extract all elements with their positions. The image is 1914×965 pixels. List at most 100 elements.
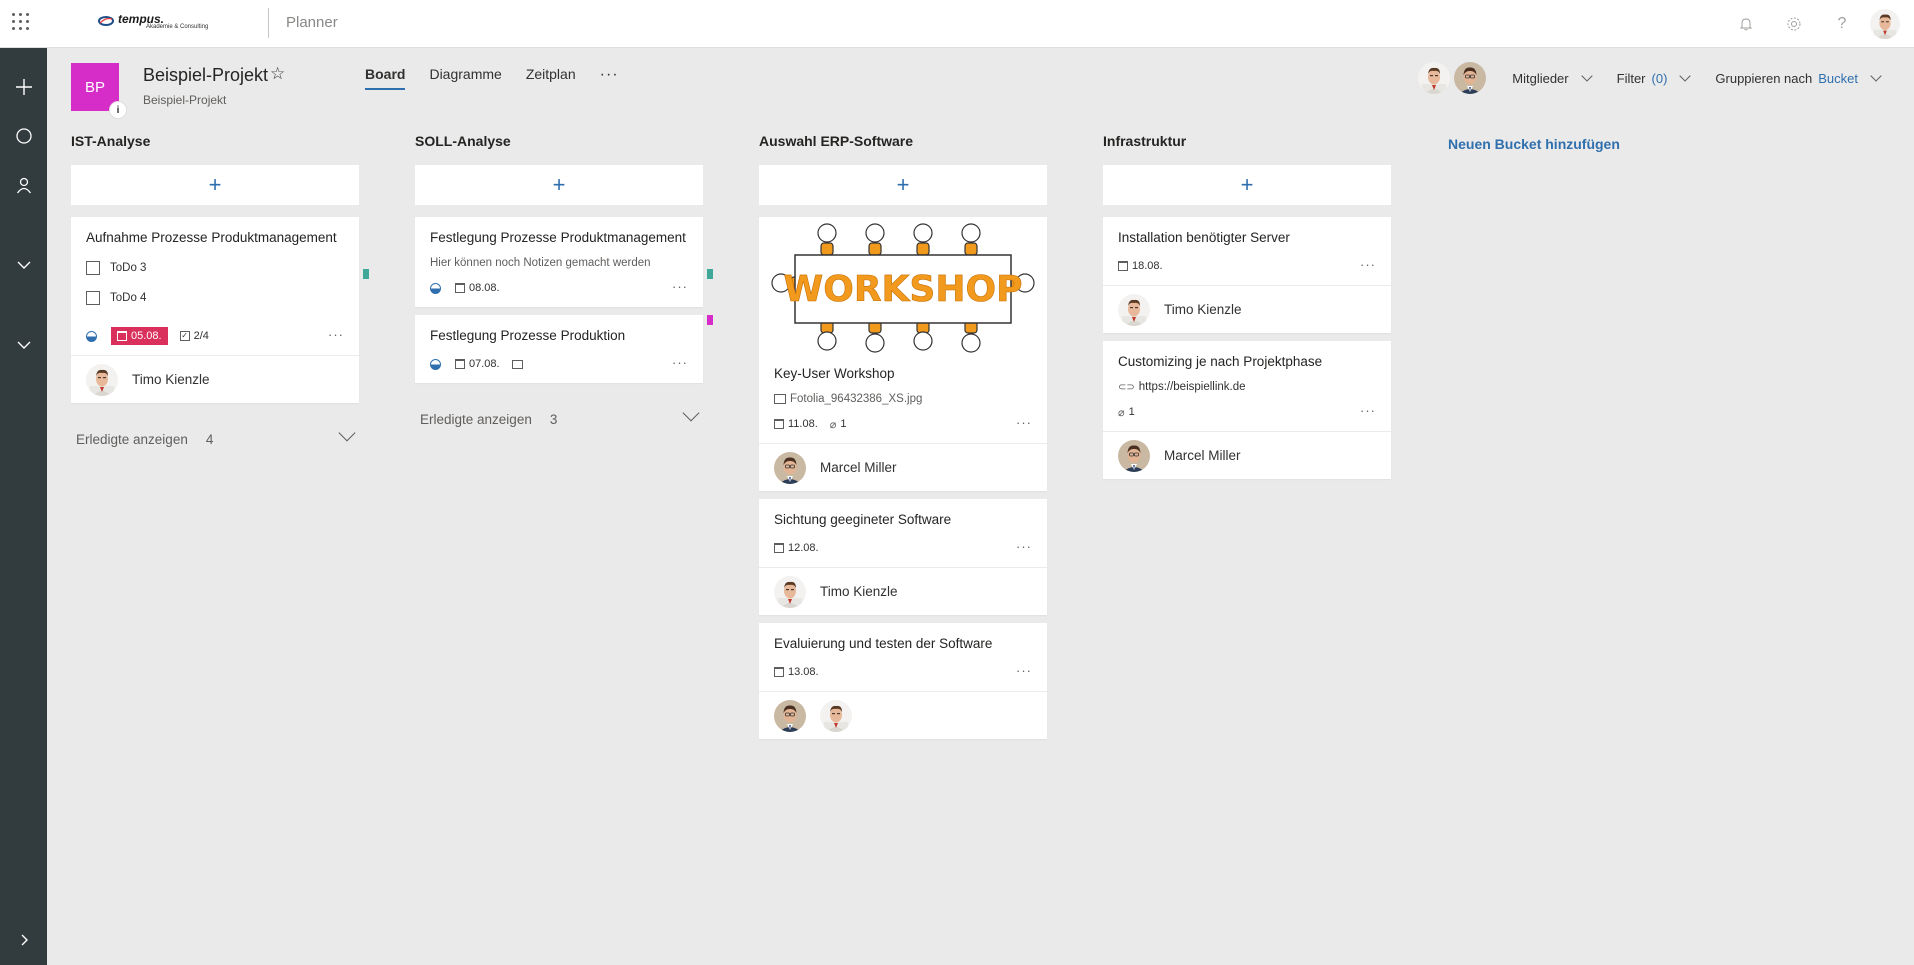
task-card[interactable]: Festlegung Prozesse Produktion 07.08. ··… — [415, 315, 713, 383]
project-info-icon[interactable]: i — [109, 101, 127, 119]
due-date: 07.08. — [469, 358, 500, 370]
due-date: 11.08. — [788, 418, 818, 430]
assignee-avatar — [774, 452, 806, 484]
task-card[interactable]: WORKSHOP Key-User Workshop Fotolia_96432… — [759, 217, 1047, 491]
more-options-icon[interactable]: ··· — [1016, 415, 1032, 430]
notifications-bell-icon[interactable] — [1722, 0, 1770, 48]
task-meta: ⌀ 1 ··· — [1118, 401, 1376, 423]
task-meta: 07.08. ··· — [430, 353, 688, 375]
attachments-count: ⌀ 1 — [830, 418, 847, 431]
app-launcher-icon[interactable] — [12, 13, 30, 31]
bucket-auswahl-erp-software: Auswahl ERP-Software + WORKSHOP Key-User… — [759, 133, 1047, 739]
assignee-name: Timo Kienzle — [1164, 302, 1242, 317]
add-new-bucket-link[interactable]: Neuen Bucket hinzufügen — [1448, 136, 1620, 152]
chevron-down-icon — [682, 404, 700, 422]
more-options-icon[interactable]: ··· — [1360, 257, 1376, 272]
add-task-button[interactable]: + — [759, 165, 1047, 205]
members-dropdown[interactable]: Mitglieder — [1512, 70, 1594, 86]
due-date-item: 08.08. — [455, 282, 500, 294]
assignee-row — [759, 691, 1047, 739]
user-avatar[interactable] — [1870, 9, 1900, 39]
due-date: 18.08. — [1132, 260, 1163, 272]
member-avatar[interactable] — [1454, 62, 1486, 94]
planner-hub-circle-icon[interactable] — [0, 121, 47, 151]
assignee-row: Timo Kienzle — [1103, 285, 1391, 333]
new-plan-plus-icon[interactable] — [0, 72, 47, 102]
filter-label: Filter — [1616, 70, 1646, 86]
show-completed-toggle[interactable]: Erledigte anzeigen 4 — [71, 424, 359, 449]
bucket-ist-analyse: IST-Analyse + Aufnahme Prozesse Produktm… — [71, 133, 369, 449]
attachment-filename: Fotolia_96432386_XS.jpg — [790, 393, 923, 405]
progress-in-progress-icon[interactable] — [430, 282, 441, 294]
task-title: Festlegung Prozesse Produktmanagement — [430, 230, 686, 245]
due-date: 05.08. — [131, 330, 162, 342]
progress-in-progress-icon[interactable] — [86, 330, 97, 342]
task-title: Festlegung Prozesse Produktion — [430, 328, 626, 343]
more-options-icon[interactable]: ··· — [1016, 539, 1032, 554]
task-title: Customizing je nach Projektphase — [1118, 354, 1323, 369]
checklist: ToDo 3 ToDo 4 — [86, 253, 344, 313]
favorite-star-icon[interactable]: ☆ — [270, 64, 285, 84]
checkbox[interactable] — [86, 261, 100, 275]
show-completed-toggle[interactable]: Erledigte anzeigen 3 — [415, 404, 703, 429]
task-title: Key-User Workshop — [774, 366, 895, 381]
expand-rail-chevron-right-icon[interactable] — [0, 925, 47, 955]
members-label: Mitglieder — [1512, 70, 1569, 86]
bucket-title[interactable]: IST-Analyse — [71, 133, 359, 153]
app-title[interactable]: Planner — [286, 14, 338, 31]
attachment-url: https://beispiellink.de — [1138, 381, 1246, 393]
assignee-row: Marcel Miller — [1103, 431, 1391, 479]
project-name: Beispiel-Projekt — [143, 65, 269, 85]
comment-item — [511, 359, 523, 369]
checkbox[interactable] — [86, 291, 100, 305]
bucket-title[interactable]: Infrastruktur — [1103, 133, 1391, 153]
settings-gear-icon[interactable] — [1770, 0, 1818, 48]
checklist-icon: ✓ — [179, 331, 190, 341]
task-card[interactable]: Customizing je nach Projektphase ⊂⊃ http… — [1103, 341, 1391, 479]
group-by-dropdown[interactable]: Gruppieren nach Bucket — [1715, 70, 1884, 86]
task-card[interactable]: Installation benötigter Server 18.08. ··… — [1103, 217, 1391, 333]
due-date-badge: 05.08. — [111, 327, 168, 345]
bucket-title[interactable]: SOLL-Analyse — [415, 133, 703, 153]
attachment-link[interactable]: ⊂⊃ https://beispiellink.de — [1118, 381, 1376, 393]
bucket-title[interactable]: Auswahl ERP-Software — [759, 133, 1047, 153]
more-tabs-ellipsis-icon[interactable]: ··· — [600, 66, 619, 90]
add-task-button[interactable]: + — [1103, 165, 1391, 205]
more-options-icon[interactable]: ··· — [672, 355, 688, 370]
task-card[interactable]: Festlegung Prozesse Produktmanagement Hi… — [415, 217, 713, 307]
my-tasks-person-icon[interactable] — [0, 170, 47, 200]
attachments-value: 1 — [840, 418, 847, 430]
add-task-button[interactable]: + — [71, 165, 359, 205]
calendar-icon — [1118, 261, 1128, 271]
tab-board[interactable]: Board — [365, 66, 406, 90]
task-meta: 18.08. ··· — [1118, 255, 1376, 277]
favorites-chevron-down-icon[interactable] — [0, 250, 47, 280]
task-title: Evaluierung und testen der Software — [774, 636, 993, 651]
assignee-avatar — [774, 700, 806, 732]
attachment-file[interactable]: Fotolia_96432386_XS.jpg — [774, 393, 1032, 405]
due-date-item: 18.08. — [1118, 260, 1163, 272]
more-options-icon[interactable]: ··· — [328, 327, 344, 342]
more-options-icon[interactable]: ··· — [672, 279, 688, 294]
filter-dropdown[interactable]: Filter (0) — [1616, 70, 1694, 86]
recent-chevron-down-icon[interactable] — [0, 330, 47, 360]
add-task-button[interactable]: + — [415, 165, 703, 205]
assignee-avatar — [1118, 440, 1150, 472]
task-card[interactable]: Sichtung geegineter Software 12.08. ··· … — [759, 499, 1047, 615]
group-by-value: Bucket — [1818, 70, 1858, 86]
project-group-name[interactable]: Beispiel-Projekt — [143, 93, 226, 107]
tab-diagramme[interactable]: Diagramme — [429, 66, 501, 90]
more-options-icon[interactable]: ··· — [1360, 403, 1376, 418]
calendar-icon — [117, 331, 127, 341]
tab-zeitplan[interactable]: Zeitplan — [526, 66, 576, 90]
completed-count: 3 — [549, 411, 558, 427]
progress-in-progress-icon[interactable] — [430, 358, 441, 370]
more-options-icon[interactable]: ··· — [1016, 663, 1032, 678]
checklist-item: ToDo 4 — [86, 283, 344, 313]
attachments-value: 1 — [1128, 406, 1135, 418]
help-icon[interactable]: ? — [1818, 0, 1866, 48]
task-card[interactable]: Aufnahme Prozesse Produktmanagement ToDo… — [71, 217, 369, 403]
member-avatar[interactable] — [1418, 62, 1450, 94]
comment-icon — [511, 359, 523, 369]
task-card[interactable]: Evaluierung und testen der Software 13.0… — [759, 623, 1047, 739]
